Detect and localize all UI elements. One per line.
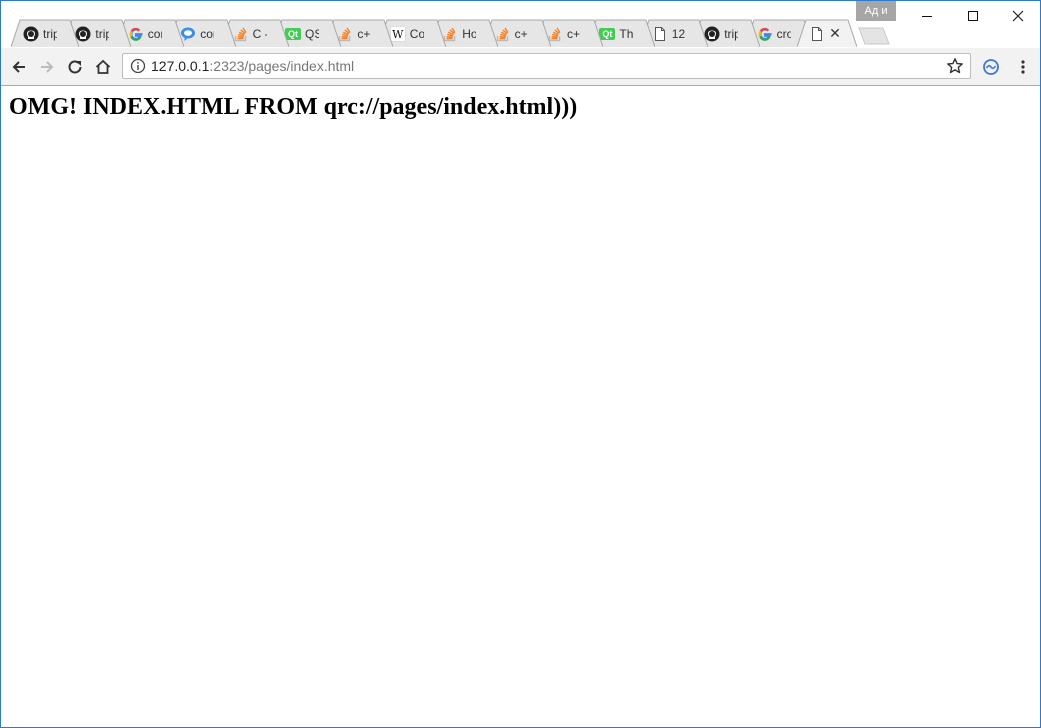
page-heading: OMG! INDEX.HTML FROM qrc://pages/index.h… — [9, 94, 578, 120]
tab-title: Ho — [462, 27, 477, 41]
tab-0[interactable]: trip — [11, 19, 79, 47]
close-icon — [1012, 10, 1024, 22]
tab-15[interactable]: ✕ — [797, 19, 857, 47]
tab-title: c+ — [567, 27, 581, 41]
tab-title: cro — [776, 27, 791, 41]
back-button[interactable] — [6, 54, 32, 80]
tab-title: c+ — [514, 27, 528, 41]
tab-title: trip — [724, 27, 738, 41]
reload-button[interactable] — [62, 54, 88, 80]
browser-window: triptripcorcorC -QtQSc+WCoHoc+c+QtTh12tr… — [0, 0, 1041, 728]
minimize-button[interactable] — [904, 1, 950, 31]
tab-title: c+ — [357, 27, 371, 41]
home-button[interactable] — [90, 54, 116, 80]
new-tab-button[interactable] — [857, 27, 891, 45]
url-path: :2323/pages/index.html — [209, 58, 355, 74]
forward-arrow-icon — [41, 61, 54, 73]
tab-close-icon[interactable]: ✕ — [827, 25, 843, 41]
tab-title: cor — [147, 27, 162, 41]
tab-title: QS — [305, 27, 319, 41]
menu-button[interactable] — [1010, 54, 1036, 80]
tabs-container: triptripcorcorC -QtQSc+WCoHoc+c+QtTh12tr… — [11, 19, 861, 48]
more-vertical-icon — [1021, 60, 1025, 74]
info-icon[interactable] — [130, 58, 146, 74]
page-content: OMG! INDEX.HTML FROM qrc://pages/index.h… — [1, 86, 1040, 727]
tab-title: Th — [619, 27, 634, 41]
address-bar[interactable]: 127.0.0.1:2323/pages/index.html — [122, 53, 971, 79]
tab-strip: triptripcorcorC -QtQSc+WCoHoc+c+QtTh12tr… — [1, 1, 1040, 48]
close-window-button[interactable] — [995, 1, 1040, 31]
document-icon — [809, 26, 825, 42]
forward-button[interactable] — [34, 54, 60, 80]
maximize-icon — [968, 11, 978, 21]
github-icon — [23, 26, 39, 42]
profile-badge[interactable]: Ад и — [856, 1, 896, 21]
tab-title: cor — [200, 27, 214, 41]
back-arrow-icon — [12, 61, 25, 73]
url-host: 127.0.0.1 — [151, 58, 210, 74]
reload-icon — [68, 60, 82, 74]
tab-title: 12 — [671, 27, 686, 41]
bookmark-star-icon[interactable] — [946, 57, 964, 75]
url-text[interactable]: 127.0.0.1:2323/pages/index.html — [151, 54, 354, 78]
maximize-button[interactable] — [950, 1, 996, 31]
toolbar: 127.0.0.1:2323/pages/index.html — [1, 48, 1040, 86]
tab-title: C - — [252, 27, 267, 41]
minimize-icon — [922, 16, 932, 17]
extension-button[interactable] — [978, 54, 1004, 80]
home-icon — [95, 59, 111, 74]
tab-title: trip — [95, 27, 109, 41]
extension-sync-icon — [983, 59, 999, 75]
tab-title: trip — [43, 27, 57, 41]
tab-title: Co — [409, 27, 424, 41]
